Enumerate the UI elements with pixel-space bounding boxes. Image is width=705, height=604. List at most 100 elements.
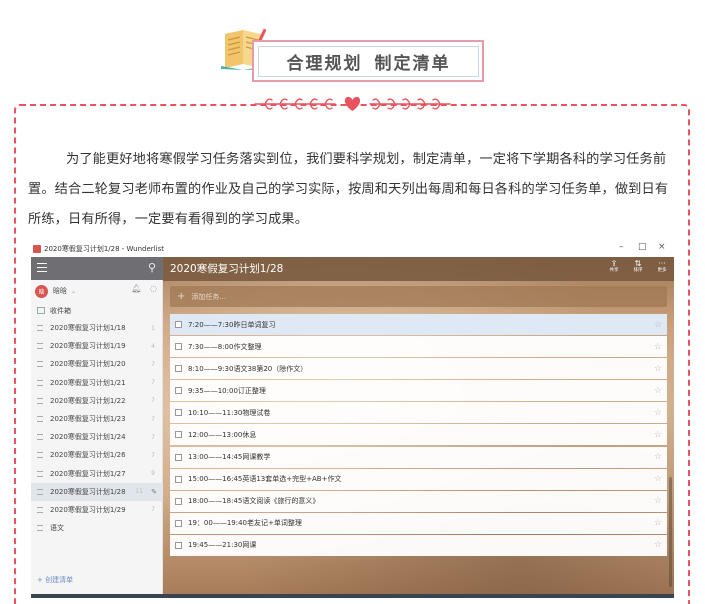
task-row[interactable]: 18:00——18:45语文阅读《旅行的意义》 ☆ xyxy=(170,490,667,512)
task-checkbox[interactable] xyxy=(175,541,182,549)
task-checkbox[interactable] xyxy=(175,343,182,351)
sidebar-list-item[interactable]: 2020寒假复习计划1/29 7 xyxy=(31,501,163,519)
sidebar-list-item[interactable]: 语文 xyxy=(31,519,163,537)
sidebar-item-label: 2020寒假复习计划1/19 xyxy=(50,342,126,351)
chevron-down-icon[interactable]: ⌄ xyxy=(71,288,76,295)
task-row[interactable]: 9:35——10:00订正整理 ☆ xyxy=(170,380,667,402)
task-checkbox[interactable] xyxy=(175,519,182,527)
share-button[interactable]: ⇪ 共享 xyxy=(607,259,621,274)
scrollbar[interactable] xyxy=(669,477,672,587)
star-icon[interactable]: ☆ xyxy=(654,364,662,374)
inbox-icon xyxy=(37,307,45,314)
list-count: 9 xyxy=(151,470,155,478)
sidebar-item-label: 收件箱 xyxy=(50,306,71,315)
list-count: 1 xyxy=(151,324,155,332)
task-label: 7:30——8:00作文整理 xyxy=(188,342,262,351)
list-icon xyxy=(37,488,43,495)
sidebar-item-label: 2020寒假复习计划1/22 xyxy=(50,396,126,405)
app-icon xyxy=(33,244,41,253)
sort-button[interactable]: ⇅ 排序 xyxy=(631,259,645,274)
sidebar-item-inbox[interactable]: 收件箱 xyxy=(31,302,163,319)
task-row[interactable]: 19：00——19:40老友记+单词整理 ☆ xyxy=(170,512,667,534)
list-count: 7 xyxy=(151,415,155,423)
task-label: 19：00——19:40老友记+单词整理 xyxy=(188,519,302,528)
sidebar-header: ⚲ xyxy=(31,257,163,280)
taskbar-strip xyxy=(31,594,674,598)
wunderlist-window: 2020寒假复习计划1/28 - Wunderlist – □ × ⚲ 晗 晗晗… xyxy=(31,240,674,598)
close-button[interactable]: × xyxy=(658,242,666,252)
star-icon[interactable]: ☆ xyxy=(654,474,662,484)
task-row[interactable]: 8:10——9:30语文38第20（除作文） ☆ xyxy=(170,358,667,380)
star-icon[interactable]: ☆ xyxy=(654,540,662,550)
task-row[interactable]: 13:00——14:45网课教学 ☆ xyxy=(170,446,667,468)
sidebar-list-item[interactable]: 2020寒假复习计划1/27 9 xyxy=(31,465,163,483)
star-icon[interactable]: ☆ xyxy=(654,386,662,396)
task-label: 8:10——9:30语文38第20（除作文） xyxy=(188,364,308,373)
sidebar-list-item[interactable]: 2020寒假复习计划1/18 1 xyxy=(31,319,163,337)
minimize-button[interactable]: – xyxy=(619,242,624,252)
sidebar-list-item[interactable]: 2020寒假复习计划1/19 4 xyxy=(31,337,163,355)
menu-icon[interactable] xyxy=(37,263,47,272)
search-icon[interactable]: ⚲ xyxy=(148,261,156,274)
task-checkbox[interactable] xyxy=(175,453,182,461)
maximize-button[interactable]: □ xyxy=(638,242,647,252)
task-label: 18:00——18:45语文阅读《旅行的意义》 xyxy=(188,497,320,506)
task-label: 9:35——10:00订正整理 xyxy=(188,386,266,395)
sidebar-item-label: 2020寒假复习计划1/21 xyxy=(50,378,126,387)
list-icon xyxy=(37,434,43,441)
star-icon[interactable]: ☆ xyxy=(654,518,662,528)
task-row[interactable]: 15:00——16:45英语13套单选+完型+AB+作文 ☆ xyxy=(170,468,667,490)
create-list-button[interactable]: + 创建清单 xyxy=(31,572,163,588)
intro-paragraph: 为了能更好地将寒假学习任务落实到位，我们要科学规划，制定清单，一定将下学期各科的… xyxy=(28,152,669,227)
add-task-placeholder: 添加任务... xyxy=(191,292,227,301)
star-icon[interactable]: ☆ xyxy=(654,430,662,440)
more-button[interactable]: ··· 更多 xyxy=(655,259,669,274)
task-row[interactable]: 12:00——13:00休息 ☆ xyxy=(170,424,667,446)
window-title: 2020寒假复习计划1/28 - Wunderlist xyxy=(44,244,164,253)
task-row[interactable]: 7:30——8:00作文整理 ☆ xyxy=(170,336,667,358)
star-icon[interactable]: ☆ xyxy=(654,408,662,418)
sidebar-lists: 2020寒假复习计划1/18 1 2020寒假复习计划1/19 4 2020寒假复习计划… xyxy=(31,319,163,537)
share-icon: ⇪ xyxy=(610,259,618,268)
sidebar-item-label: 2020寒假复习计划1/20 xyxy=(50,360,126,369)
task-checkbox[interactable] xyxy=(175,321,182,328)
task-row[interactable]: 7:20——7:30昨日单词复习 ☆ xyxy=(170,314,667,335)
sidebar-list-item[interactable]: 2020寒假复习计划1/24 7 xyxy=(31,428,163,446)
plus-icon: + xyxy=(177,291,186,302)
star-icon[interactable]: ☆ xyxy=(654,496,662,506)
section-title: 合理规划 制定清单 xyxy=(286,54,451,74)
sidebar-list-item[interactable]: 2020寒假复习计划1/22 7 xyxy=(31,392,163,410)
sidebar-list-item[interactable]: 2020寒假复习计划1/21 7 xyxy=(31,374,163,392)
task-checkbox[interactable] xyxy=(175,387,182,395)
task-checkbox[interactable] xyxy=(175,365,182,373)
list-count: 7 xyxy=(151,451,155,459)
list-count: 7 xyxy=(151,397,155,405)
sidebar-list-item[interactable]: 2020寒假复习计划1/26 7 xyxy=(31,446,163,464)
list-count: 4 xyxy=(151,342,155,350)
task-checkbox[interactable] xyxy=(175,409,182,417)
add-task-input[interactable]: + 添加任务... xyxy=(170,286,667,307)
list-icon xyxy=(37,379,43,386)
list-count: 7 xyxy=(151,506,155,514)
sidebar-item-label: 2020寒假复习计划1/28 xyxy=(50,487,126,496)
sidebar-list-item[interactable]: 2020寒假复习计划1/28 11 ✎ xyxy=(31,482,163,501)
star-icon[interactable]: ☆ xyxy=(654,342,662,352)
task-checkbox[interactable] xyxy=(175,497,182,505)
task-checkbox[interactable] xyxy=(175,431,182,439)
sidebar-item-label: 2020寒假复习计划1/23 xyxy=(50,415,126,424)
list-icon xyxy=(37,452,43,459)
avatar[interactable]: 晗 xyxy=(35,284,48,298)
sidebar-list-item[interactable]: 2020寒假复习计划1/20 7 xyxy=(31,355,163,373)
bell-icon[interactable]: 🔔︎ xyxy=(131,284,141,293)
sidebar-list-item[interactable]: 2020寒假复习计划1/23 7 xyxy=(31,410,163,428)
task-row[interactable]: 10:10——11:30物理试卷 ☆ xyxy=(170,402,667,424)
page: 合理规划 制定清单 为了能更好地将寒假学习任务落实到位，我们要科学规划，制定清单，… xyxy=(0,0,705,604)
chat-icon[interactable]: ◌ xyxy=(150,284,157,293)
star-icon[interactable]: ☆ xyxy=(654,320,662,330)
edit-icon[interactable]: ✎ xyxy=(151,488,157,496)
task-label: 7:20——7:30昨日单词复习 xyxy=(188,320,276,329)
task-row[interactable]: 19:45——21:30网课 ☆ xyxy=(170,534,667,556)
task-checkbox[interactable] xyxy=(175,475,182,483)
user-row[interactable]: 晗 晗晗 ⌄ 🔔︎ ◌ xyxy=(31,281,163,301)
star-icon[interactable]: ☆ xyxy=(654,452,662,462)
